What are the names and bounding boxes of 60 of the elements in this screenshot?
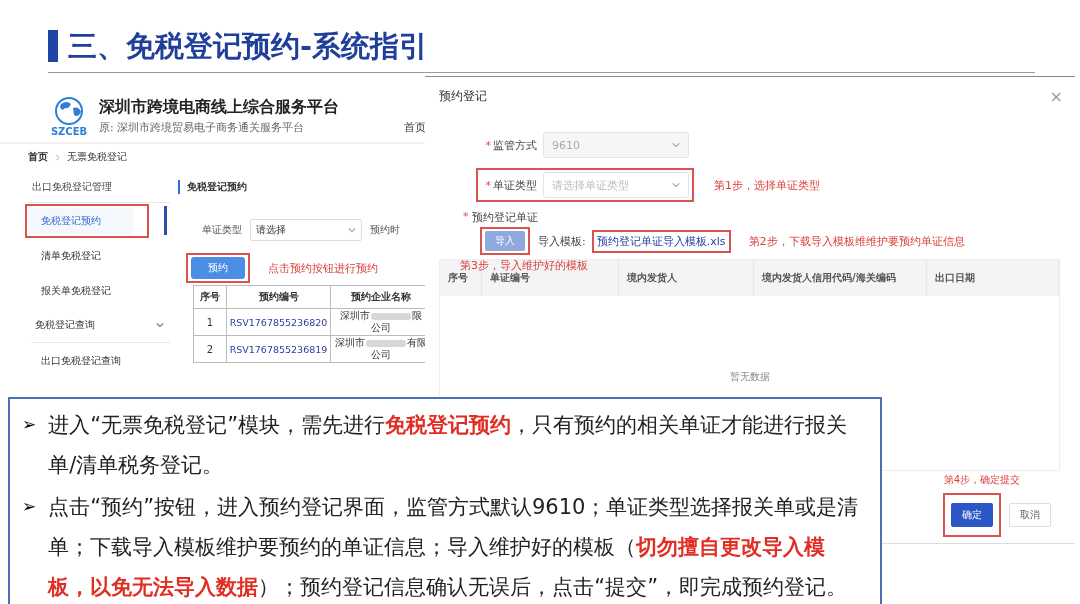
column-header: 序号 — [194, 286, 227, 308]
slide-title: 三、免税登记预约-系统指引 — [68, 28, 429, 64]
sidebar-item[interactable]: 出口免税登记查询 — [29, 347, 129, 374]
empty-message: 暂无数据 — [729, 370, 770, 384]
annotation-text: 第4步，确定提交 — [942, 473, 1020, 487]
field-label: 导入模板: — [538, 233, 586, 249]
required-mark: * — [485, 138, 491, 152]
note-paragraph: 进入“无票免税登记”模块，需先进行免税登记预约，只有预约的相关单证才能进行报关单/清单税务登记。 — [48, 412, 848, 479]
table-cell: 公司 — [370, 322, 391, 334]
bullet-icon: ➢ — [22, 487, 37, 525]
annotation-text: 第2步，下载导入模板维维护要预约单证信息 — [748, 233, 965, 249]
table-cell: 深圳市 — [334, 337, 365, 349]
required-mark: * — [485, 178, 491, 192]
template-link[interactable]: 预约登记单证导入模板.xls — [596, 233, 726, 249]
field-label: 单证类型 — [202, 223, 242, 237]
field-label: 单证类型 — [493, 177, 537, 193]
confirm-button[interactable]: 确定 — [951, 503, 993, 527]
nav-link[interactable]: 首页 — [404, 119, 426, 135]
cancel-button[interactable]: 取消 — [1009, 503, 1051, 527]
table-cell: 1 — [194, 309, 227, 335]
logo-text: SZCEB — [50, 125, 88, 137]
column-header: 境内发货人 — [619, 260, 754, 296]
table-cell: 公司 — [370, 349, 391, 361]
sidebar-item[interactable]: 免税登记预约 — [29, 207, 133, 234]
column-header: 境内发货人信用代码/海关编码 — [754, 260, 927, 296]
sidebar-heading[interactable]: 出口免税登记管理 — [32, 176, 112, 198]
reservation-link[interactable]: RSV1767855236820 — [227, 309, 331, 335]
breadcrumb-item[interactable]: 首页 — [28, 150, 48, 164]
caret-icon — [672, 181, 680, 189]
required-mark: * — [463, 210, 469, 225]
table-cell: 限 — [411, 310, 422, 322]
column-header: 出口日期 — [927, 260, 1059, 296]
caret-icon — [672, 141, 680, 149]
annotation-text: 点击预约按钮进行预约 — [268, 260, 378, 276]
site-title: 深圳市跨境电商线上综合服务平台 — [99, 97, 339, 118]
sidebar-item[interactable]: 清单免税登记 — [29, 242, 109, 269]
field-label: 预约时 — [370, 223, 400, 237]
field-label: 预约登记单证 — [471, 210, 538, 225]
title-accent-bar — [48, 30, 58, 62]
caret-icon — [348, 226, 356, 234]
bullet-icon: ➢ — [22, 405, 37, 443]
note-paragraph: 点击“预约”按钮，进入预约登记界面，监管方式默认9610；单证类型选择报关单或是清单；下载导入模板维护要预约的单证信息；导入维护好的模板（切勿擅自更改导入模板，以免无法导入数据）；预约登记信息确认无误后，点击“提交”，即完成预约登记。 — [48, 494, 860, 601]
table-cell: 2 — [194, 336, 227, 362]
chevron-icon — [156, 321, 164, 329]
annotation-text: 第1步，选择单证类型 — [714, 177, 820, 193]
redaction-blur — [370, 312, 411, 320]
selection-bar — [164, 206, 167, 235]
annotation-text: 第3步，导入维护好的模板 — [460, 258, 588, 272]
field-label: 监管方式 — [493, 137, 537, 153]
redaction-blur — [365, 339, 406, 347]
table-cell: 深圳市 — [339, 310, 370, 322]
select-field[interactable]: 请选择 — [250, 219, 362, 241]
reservation-link[interactable]: RSV1767855236819 — [227, 336, 331, 362]
sidebar-item[interactable]: 免税登记查询 — [35, 312, 103, 338]
breadcrumb-item[interactable]: 无票免税登记 — [67, 150, 127, 164]
site-subtitle: 原: 深圳市跨境贸易电子商务通关服务平台 — [99, 120, 306, 135]
sidebar-item[interactable]: 报关单免税登记 — [29, 277, 119, 304]
column-header: 预约编号 — [227, 286, 331, 308]
dialog-title: 预约登记 — [439, 88, 487, 105]
breadcrumb-separator-icon — [54, 153, 61, 161]
